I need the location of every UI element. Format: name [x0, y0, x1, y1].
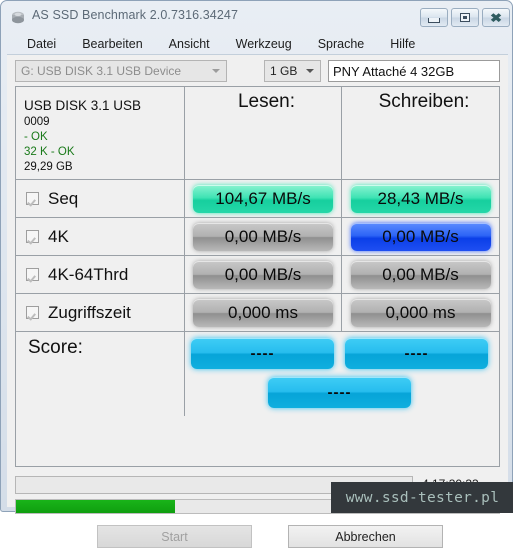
drive-capacity: 29,29 GB	[24, 161, 73, 174]
score-total-value: ----	[268, 377, 411, 408]
test-row-4k64thrd: 4K-64Thrd 0,00 MB/s 0,00 MB/s	[16, 256, 499, 294]
test-label-4k: 4K	[48, 226, 69, 246]
alignment-status: 32 K - OK	[24, 145, 75, 158]
test-row-4k: 4K 0,00 MB/s 0,00 MB/s	[16, 218, 499, 256]
test-label-seq: Seq	[48, 188, 79, 208]
score-write-value: ----	[345, 338, 488, 369]
window-title: AS SSD Benchmark 2.0.7316.34247	[32, 8, 239, 22]
checkbox-icon	[26, 192, 39, 205]
drive-firmware: 0009	[24, 115, 50, 128]
chevron-down-icon	[212, 69, 220, 73]
test-checkbox-4k[interactable]: 4K	[16, 218, 185, 255]
menu-item-hilfe[interactable]: Hilfe	[390, 37, 415, 51]
cancel-button-label: Abbrechen	[335, 529, 396, 544]
menu-item-ansicht[interactable]: Ansicht	[169, 37, 210, 51]
title-bar[interactable]: AS SSD Benchmark 2.0.7316.34247 ✖	[1, 1, 513, 33]
4k-read-value: 0,00 MB/s	[193, 222, 333, 251]
test-checkbox-zugriffszeit[interactable]: Zugriffszeit	[16, 294, 185, 331]
minimize-icon	[428, 17, 440, 23]
menu-item-datei[interactable]: Datei	[27, 37, 56, 51]
access-read-cell: 0,000 ms	[185, 294, 342, 331]
read-column-label: Lesen:	[237, 91, 296, 112]
test-label-zugriffszeit: Zugriffszeit	[48, 302, 131, 322]
access-write-value: 0,000 ms	[350, 298, 491, 327]
test-row-zugriffszeit: Zugriffszeit 0,000 ms 0,000 ms	[16, 294, 499, 332]
watermark-text: www.ssd-tester.pl	[345, 489, 500, 506]
test-checkbox-seq[interactable]: Seq	[16, 180, 185, 217]
score-row: Score: ---- ---- ----	[16, 332, 499, 416]
menu-item-bearbeiten[interactable]: Bearbeiten	[82, 37, 142, 51]
info-header-row: USB DISK 3.1 USB 0009 - OK 32 K - OK 29,…	[16, 87, 499, 180]
driver-status: - OK	[24, 130, 48, 143]
score-label: Score:	[28, 337, 83, 358]
start-button[interactable]: Start	[97, 525, 252, 548]
benchmark-grid: USB DISK 3.1 USB 0009 - OK 32 K - OK 29,…	[15, 86, 500, 467]
seq-read-value: 104,67 MB/s	[193, 184, 333, 213]
write-column-header: Schreiben:	[342, 87, 499, 179]
4k64thrd-write-cell: 0,00 MB/s	[342, 256, 499, 293]
client-area: G: USB DISK 3.1 USB Device 1 GB PNY Atta…	[7, 54, 508, 548]
window-controls: ✖	[420, 8, 510, 27]
seq-write-value: 28,43 MB/s	[350, 184, 491, 213]
menu-item-sprache[interactable]: Sprache	[318, 37, 365, 51]
drive-info-panel: USB DISK 3.1 USB 0009 - OK 32 K - OK 29,…	[16, 87, 185, 179]
test-label-4k64thrd: 4K-64Thrd	[48, 264, 129, 284]
drive-model: USB DISK 3.1 USB	[24, 97, 142, 113]
cancel-button[interactable]: Abbrechen	[288, 525, 443, 548]
score-label-cell: Score:	[16, 332, 185, 416]
4k64thrd-read-cell: 0,00 MB/s	[185, 256, 342, 293]
4k64thrd-write-value: 0,00 MB/s	[350, 260, 491, 289]
access-write-cell: 0,000 ms	[342, 294, 499, 331]
checkbox-icon	[26, 306, 39, 319]
4k64thrd-read-value: 0,00 MB/s	[193, 260, 333, 289]
watermark: www.ssd-tester.pl	[331, 482, 513, 513]
score-read-value: ----	[191, 338, 334, 369]
start-button-label: Start	[161, 529, 188, 544]
size-select[interactable]: 1 GB	[264, 60, 321, 82]
drive-select[interactable]: G: USB DISK 3.1 USB Device	[15, 60, 227, 82]
device-name-value: PNY Attaché 4 32GB	[333, 63, 455, 79]
drive-icon	[10, 10, 26, 24]
test-checkbox-4k64thrd[interactable]: 4K-64Thrd	[16, 256, 185, 293]
close-button[interactable]: ✖	[482, 8, 510, 27]
restore-icon	[460, 13, 470, 22]
size-select-value: 1 GB	[270, 64, 298, 78]
seq-write-cell: 28,43 MB/s	[342, 180, 499, 217]
access-read-value: 0,000 ms	[193, 298, 333, 327]
device-name-input[interactable]: PNY Attaché 4 32GB	[328, 60, 500, 82]
restore-button[interactable]	[451, 8, 479, 27]
checkbox-icon	[26, 268, 39, 281]
4k-write-cell: 0,00 MB/s	[342, 218, 499, 255]
score-values: ---- ---- ----	[185, 332, 500, 416]
4k-read-cell: 0,00 MB/s	[185, 218, 342, 255]
write-column-label: Schreiben:	[378, 91, 470, 112]
progress-bar-fill	[16, 500, 176, 513]
toolbar: G: USB DISK 3.1 USB Device 1 GB PNY Atta…	[15, 60, 500, 82]
app-window: AS SSD Benchmark 2.0.7316.34247 ✖ Datei …	[0, 0, 513, 548]
menu-bar: Datei Bearbeiten Ansicht Werkzeug Sprach…	[1, 33, 513, 54]
minimize-button[interactable]	[420, 8, 448, 27]
menu-item-werkzeug[interactable]: Werkzeug	[236, 37, 292, 51]
close-icon: ✖	[489, 10, 503, 25]
chevron-down-icon	[306, 69, 314, 73]
drive-select-value: G: USB DISK 3.1 USB Device	[21, 64, 182, 78]
4k-write-value: 0,00 MB/s	[350, 222, 491, 251]
seq-read-cell: 104,67 MB/s	[185, 180, 342, 217]
checkbox-icon	[26, 230, 39, 243]
test-row-seq: Seq 104,67 MB/s 28,43 MB/s	[16, 180, 499, 218]
read-column-header: Lesen:	[185, 87, 342, 179]
